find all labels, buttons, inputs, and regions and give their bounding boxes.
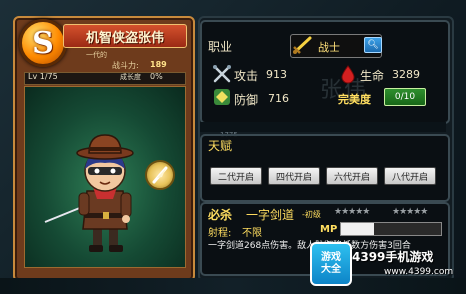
attack-icon bbox=[212, 64, 232, 84]
divider-strip: 1775 bbox=[200, 122, 446, 139]
mp-label: MP bbox=[320, 224, 338, 235]
defense-icon bbox=[212, 87, 232, 107]
talent-gen8-button[interactable]: 八代开启 bbox=[384, 167, 436, 185]
skill-kill-label: 必杀 bbox=[208, 208, 233, 222]
watermark-logo-line2: 大全 bbox=[321, 264, 341, 275]
job-label: 职业 bbox=[208, 40, 233, 54]
growth-label: 成长度 bbox=[120, 73, 141, 81]
watermark-url: www.4399.com bbox=[384, 267, 454, 277]
range-value: 不限 bbox=[242, 228, 262, 239]
rank-letter: S bbox=[32, 25, 54, 61]
sword-icon bbox=[292, 35, 314, 55]
rank-badge: S bbox=[19, 19, 67, 67]
power-label: 战斗力: bbox=[112, 61, 139, 70]
hp-value: 3289 bbox=[392, 68, 420, 81]
watermark-logo-line1: 游戏 bbox=[321, 252, 341, 263]
skill-stars-right: ★★★★★ bbox=[392, 207, 428, 217]
talent-gen6-button[interactable]: 六代开启 bbox=[326, 167, 378, 185]
talent-label: 天赋 bbox=[208, 139, 233, 153]
level-text: Lv 1/75 bbox=[28, 72, 58, 81]
talent-gen2-button[interactable]: 二代开启 bbox=[210, 167, 262, 185]
skill-stars-left: ★★★★★ bbox=[334, 207, 370, 217]
generation-label: 一代的 bbox=[86, 51, 107, 59]
perfection-label: 完美度 bbox=[338, 93, 371, 106]
element-orb-icon[interactable] bbox=[145, 160, 175, 190]
range-label: 射程: bbox=[208, 228, 232, 239]
hp-label: 生命 bbox=[360, 69, 385, 83]
attack-label: 攻击 bbox=[234, 69, 259, 83]
skill-name: 一字剑道 bbox=[246, 208, 295, 222]
attack-value: 913 bbox=[266, 68, 287, 81]
bottom-strip bbox=[0, 278, 466, 294]
power-value: 189 bbox=[150, 60, 167, 69]
talent-gen4-button[interactable]: 四代开启 bbox=[268, 167, 320, 185]
mp-bar-fill bbox=[341, 223, 374, 235]
skill-tier: -初级 bbox=[302, 210, 321, 219]
defense-label: 防御 bbox=[234, 93, 259, 107]
magnifier-icon: 🔍︎ bbox=[367, 40, 379, 50]
watermark-title: 4399手机游戏 bbox=[352, 250, 434, 264]
defense-value: 716 bbox=[268, 92, 289, 105]
feather-icon bbox=[152, 166, 168, 184]
job-info-button[interactable]: 🔍︎ bbox=[364, 37, 382, 53]
job-name: 战士 bbox=[318, 41, 340, 54]
hero-name-bar: 机智侠盗张伟 bbox=[63, 24, 187, 48]
watermark-logo: 游戏 大全 bbox=[310, 242, 352, 286]
growth-value: 0% bbox=[150, 72, 163, 81]
blood-drop-icon bbox=[338, 64, 358, 84]
hero-name: 机智侠盗张伟 bbox=[85, 30, 164, 46]
perfection-button[interactable]: 0/10 bbox=[384, 88, 426, 106]
